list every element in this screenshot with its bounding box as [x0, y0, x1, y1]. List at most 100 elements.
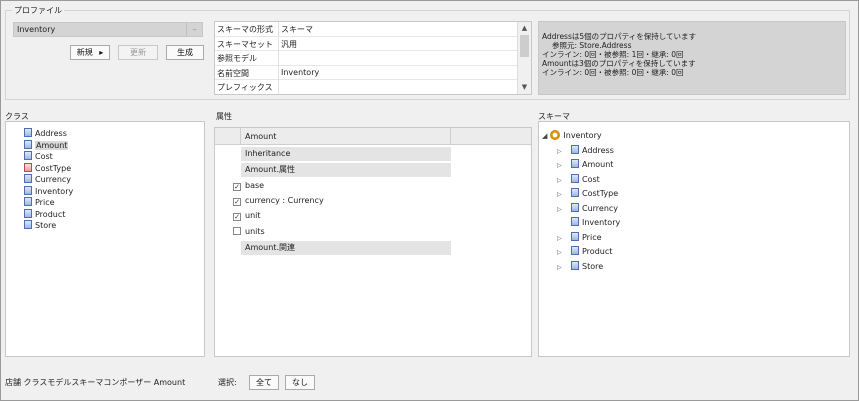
attribute-label: units — [245, 227, 265, 236]
checkbox[interactable]: ✓ — [233, 213, 241, 221]
collapse-icon[interactable]: ◢ — [542, 132, 547, 140]
info-line: Amountは3個のプロパティを保持しています — [542, 59, 696, 68]
tree-node[interactable]: ▷ Price — [557, 231, 602, 244]
class-icon — [24, 174, 32, 183]
schema-tree[interactable]: ◢ Inventory ▷ Address ▷ Amount ▷ Cost ▷ CostT… — [538, 121, 850, 357]
expand-icon[interactable]: ▷ — [557, 203, 565, 216]
class-label: Currency — [35, 175, 72, 184]
expand-icon[interactable]: ▷ — [557, 232, 565, 245]
tree-node[interactable]: Inventory — [557, 216, 620, 229]
class-label: Cost — [35, 152, 53, 161]
class-icon — [571, 260, 579, 270]
class-label: Product — [35, 209, 66, 219]
scroll-down-icon[interactable]: ▼ — [520, 83, 529, 92]
class-icon — [571, 246, 579, 255]
info-line: Addressは5個のプロパティを保持しています — [542, 32, 696, 41]
list-item[interactable]: Amount — [24, 139, 69, 151]
profile-select[interactable]: Inventory – — [13, 22, 203, 37]
attribute-group-band[interactable]: Amount.属性 — [241, 163, 451, 177]
list-item[interactable]: Currency — [24, 174, 71, 185]
tree-node-label: Store — [582, 261, 604, 271]
property-row[interactable]: 参照モデル — [215, 51, 518, 66]
tree-node[interactable]: ▷ Cost — [557, 173, 600, 186]
tree-node[interactable]: ▷ CostType — [557, 187, 618, 200]
tree-node-label: Price — [582, 232, 602, 242]
tree-node[interactable]: ▷ Store — [557, 260, 603, 273]
property-value[interactable]: Inventory — [281, 68, 319, 77]
list-item[interactable]: Product — [24, 208, 66, 220]
property-key: 名前空間 — [217, 68, 249, 78]
scroll-up-icon[interactable]: ▲ — [520, 24, 529, 33]
class-label: Price — [35, 198, 55, 207]
attribute-row[interactable]: units — [233, 225, 265, 239]
tree-node[interactable]: ▷ Product — [557, 245, 612, 258]
scroll-thumb[interactable] — [520, 35, 529, 57]
checkbox[interactable] — [233, 227, 241, 235]
list-item[interactable]: Cost — [24, 151, 53, 162]
relationship-group-band[interactable]: Amount.関連 — [241, 241, 451, 255]
list-item[interactable]: Store — [24, 220, 56, 231]
list-item[interactable]: Price — [24, 197, 55, 208]
class-icon — [24, 208, 32, 218]
class-icon — [571, 188, 579, 197]
chevron-down-icon[interactable]: – — [186, 23, 202, 36]
expand-icon[interactable]: ▷ — [557, 174, 565, 187]
property-row[interactable]: スキーマセット 汎用 — [215, 36, 518, 51]
expand-icon[interactable]: ▷ — [557, 246, 565, 259]
new-button-label: 新規 — [76, 48, 93, 57]
attribute-row[interactable]: ✓ base — [233, 179, 264, 193]
property-grid[interactable]: スキーマの形式 スキーマ スキーマセット 汎用 参照モデル 名前空間 Inven… — [214, 21, 532, 95]
attributes-header: Amount — [215, 128, 531, 145]
enum-class-icon — [24, 162, 32, 172]
attribute-label: unit — [245, 211, 261, 220]
expand-icon[interactable]: ▷ — [557, 145, 565, 158]
property-grid-scrollbar[interactable]: ▲ ▼ — [517, 22, 531, 94]
tree-node-label: Product — [582, 247, 613, 256]
property-key: 参照モデル — [217, 54, 257, 63]
class-label: Address — [35, 129, 67, 138]
class-icon — [24, 139, 32, 149]
tree-node[interactable]: ▷ Amount — [557, 158, 613, 171]
class-icon — [571, 202, 579, 212]
class-icon — [24, 128, 32, 137]
attributes-panel[interactable]: Amount Inheritance Amount.属性 ✓ base ✓ curr… — [214, 127, 532, 357]
property-row[interactable]: 名前空間 Inventory — [215, 65, 518, 80]
property-value[interactable]: スキーマ — [281, 24, 313, 35]
checkbox[interactable]: ✓ — [233, 183, 241, 191]
select-none-button[interactable]: なし — [285, 375, 315, 390]
expand-icon[interactable]: ▷ — [557, 188, 565, 201]
class-icon — [571, 159, 579, 168]
list-item[interactable]: CostType — [24, 162, 71, 174]
property-row[interactable]: プレフィックス — [215, 80, 518, 94]
attribute-row[interactable]: ✓ currency : Currency — [233, 194, 324, 208]
profile-group-label: プロファイル — [12, 5, 64, 16]
attributes-header-title: Amount — [245, 132, 277, 141]
tree-node[interactable]: ▷ Currency — [557, 202, 618, 215]
expand-icon[interactable]: ▷ — [557, 159, 565, 172]
attribute-label: base — [245, 181, 265, 190]
attribute-row[interactable]: ✓ unit — [233, 209, 261, 223]
property-key: スキーマセット — [217, 39, 273, 49]
class-label: Store — [35, 221, 57, 230]
select-all-button[interactable]: 全て — [249, 375, 279, 390]
info-panel: Addressは5個のプロパティを保持しています 参照元: Store.Addr… — [538, 21, 846, 95]
property-value[interactable]: 汎用 — [281, 39, 297, 50]
tree-node[interactable]: ▷ Address — [557, 144, 614, 157]
tree-node-label: CostType — [582, 189, 619, 198]
list-item[interactable]: Inventory — [24, 185, 74, 197]
new-button[interactable]: 新規 ▸ — [70, 45, 110, 60]
inheritance-band[interactable]: Inheritance — [241, 147, 451, 161]
generate-button[interactable]: 生成 — [166, 45, 204, 60]
property-key: プレフィックス — [217, 83, 273, 92]
tree-root-label: Inventory — [563, 131, 602, 140]
class-label: Amount — [35, 140, 69, 150]
class-label: Inventory — [35, 186, 74, 196]
checkbox[interactable]: ✓ — [233, 198, 241, 206]
tree-root[interactable]: ◢ Inventory — [542, 129, 602, 142]
classes-list[interactable]: Address Amount Cost CostType Currency In… — [5, 121, 205, 357]
list-item[interactable]: Address — [24, 128, 67, 139]
attribute-label: currency : Currency — [245, 196, 324, 205]
property-row[interactable]: スキーマの形式 スキーマ — [215, 22, 518, 37]
update-button[interactable]: 更新 — [118, 45, 158, 60]
expand-icon[interactable]: ▷ — [557, 261, 565, 274]
